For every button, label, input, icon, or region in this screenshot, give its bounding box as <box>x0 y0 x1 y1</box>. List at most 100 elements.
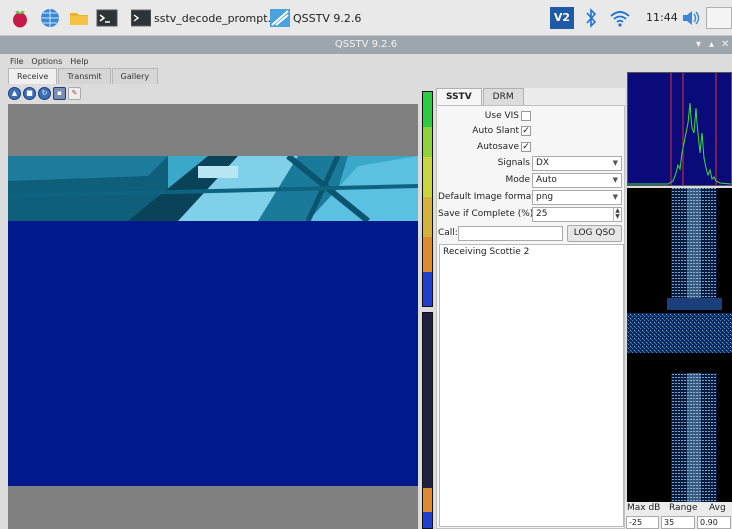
avg-spinbox[interactable]: 0.90 <box>697 516 731 529</box>
bluetooth-icon[interactable] <box>584 7 598 29</box>
image-format-row: Default Image format png ▼ <box>437 190 626 205</box>
tab-gallery[interactable]: Gallery <box>111 68 159 84</box>
spectrum-display <box>627 72 732 186</box>
desktop: sstv_decode_prompt.sh QSSTV 9.2.6 V2 11:… <box>0 0 732 529</box>
signals-select[interactable]: DX ▼ <box>532 156 622 171</box>
window-titlebar[interactable]: QSSTV 9.2.6 ▾ ▴ ✕ <box>0 36 732 54</box>
auto-slant-row: Auto Slant ✓ <box>437 124 626 138</box>
save-icon[interactable]: ▪ <box>53 87 66 100</box>
save-complete-row: Save if Complete (%) 25 ▲ ▼ <box>437 207 626 222</box>
image-toolbar: ▲ ■ ↻ ▪ ✎ <box>8 87 83 100</box>
call-input[interactable] <box>458 226 563 241</box>
image-format-label: Default Image format <box>438 192 535 202</box>
waterfall-graph <box>627 188 732 502</box>
auto-slant-checkbox[interactable]: ✓ <box>521 126 531 136</box>
file-manager-icon[interactable] <box>68 7 90 29</box>
chevron-down-icon: ▼ <box>612 159 618 167</box>
raspberry-menu-icon[interactable] <box>9 7 31 29</box>
call-row: Call: LOG QSO <box>437 225 626 243</box>
menu-options[interactable]: Options <box>31 57 62 66</box>
terminal-task-icon <box>131 9 151 27</box>
resync-icon[interactable]: ↻ <box>38 87 51 100</box>
signals-value: DX <box>536 158 550 168</box>
image-blue-area <box>8 221 418 486</box>
chevron-down-icon: ▼ <box>612 193 618 201</box>
spin-arrows-icon[interactable]: ▲ ▼ <box>613 208 621 221</box>
mode-row: Mode Auto ▼ <box>437 173 626 188</box>
save-complete-value: 25 <box>536 209 548 219</box>
close-icon[interactable]: ✕ <box>721 36 729 54</box>
waterfall-display <box>627 188 732 502</box>
autosave-checkbox[interactable]: ✓ <box>521 142 531 152</box>
tab-transmit[interactable]: Transmit <box>58 68 111 84</box>
cpu-monitor[interactable] <box>706 7 732 29</box>
task-terminal-label: sstv_decode_prompt.sh <box>154 11 284 25</box>
avg-value: 0.90 <box>700 518 718 527</box>
maxdb-spinbox[interactable]: -25 <box>626 516 659 529</box>
start-icon[interactable]: ▲ <box>8 87 21 100</box>
main-tabs: Receive Transmit Gallery <box>8 68 159 84</box>
call-label: Call: <box>438 228 458 238</box>
qsstv-task-icon <box>270 9 290 27</box>
range-label: Range <box>669 503 698 513</box>
sstv-settings: Use VIS Auto Slant ✓ Autosave ✓ Signals … <box>436 105 625 529</box>
panel-tabs: SSTV DRM <box>436 88 525 105</box>
autosave-label: Autosave <box>477 142 519 152</box>
status-text: Receiving Scottie 2 <box>443 247 530 257</box>
maxdb-value: -25 <box>629 518 643 527</box>
image-empty-top <box>8 104 418 156</box>
chevron-down-icon: ▼ <box>612 176 618 184</box>
range-value: 35 <box>664 518 675 527</box>
vnc-tray-icon[interactable]: V2 <box>550 7 574 29</box>
image-format-select[interactable]: png ▼ <box>532 190 622 205</box>
stop-icon[interactable]: ■ <box>23 87 36 100</box>
autosave-row: Autosave ✓ <box>437 140 626 154</box>
window-title: QSSTV 9.2.6 <box>334 39 398 50</box>
task-terminal[interactable]: sstv_decode_prompt.sh <box>131 7 284 29</box>
maximize-icon[interactable]: ▴ <box>709 36 714 54</box>
mode-value: Auto <box>536 175 557 185</box>
spectrum-graph <box>628 73 732 185</box>
received-photo-graphic <box>8 156 418 221</box>
menu-file[interactable]: File <box>10 57 23 66</box>
task-qsstv-label: QSSTV 9.2.6 <box>293 11 362 25</box>
tab-drm[interactable]: DRM <box>482 88 524 105</box>
auto-slant-label: Auto Slant <box>472 126 519 136</box>
signals-row: Signals DX ▼ <box>437 156 626 171</box>
menu-bar: File Options Help <box>0 54 732 68</box>
use-vis-label: Use VIS <box>484 111 519 121</box>
image-format-value: png <box>536 192 554 202</box>
range-spinbox[interactable]: 35 <box>661 516 695 529</box>
mode-label: Mode <box>505 175 530 185</box>
volume-meter <box>422 91 433 307</box>
save-complete-label: Save if Complete (%) <box>438 209 534 219</box>
maxdb-label: Max dB <box>627 503 661 513</box>
spectrum-controls: Max dB Range Avg -25 35 0.90 <box>625 502 732 529</box>
save-complete-spinbox[interactable]: 25 ▲ ▼ <box>532 207 622 222</box>
vnc-tray-label: V2 <box>553 11 571 24</box>
web-browser-icon[interactable] <box>39 7 61 29</box>
wifi-icon[interactable] <box>609 7 631 29</box>
sstv-panel: SSTV DRM Use VIS Auto Slant ✓ Autosave ✓… <box>436 88 625 529</box>
erase-icon[interactable]: ✎ <box>68 87 81 100</box>
tab-receive[interactable]: Receive <box>8 68 58 84</box>
sync-meter <box>422 312 433 529</box>
taskbar: sstv_decode_prompt.sh QSSTV 9.2.6 V2 11:… <box>0 0 732 36</box>
mode-select[interactable]: Auto ▼ <box>532 173 622 188</box>
menu-help[interactable]: Help <box>70 57 88 66</box>
image-display <box>8 104 418 529</box>
avg-label: Avg <box>709 503 726 513</box>
signals-label: Signals <box>497 158 530 168</box>
tab-sstv[interactable]: SSTV <box>436 88 482 105</box>
received-image <box>8 156 418 221</box>
status-log: Receiving Scottie 2 <box>439 244 624 527</box>
volume-icon[interactable] <box>680 7 702 29</box>
clock[interactable]: 11:44 <box>646 11 678 24</box>
task-qsstv[interactable]: QSSTV 9.2.6 <box>270 7 361 29</box>
log-qso-button[interactable]: LOG QSO <box>567 225 622 242</box>
image-empty-bottom <box>8 486 418 529</box>
terminal-icon[interactable] <box>96 7 118 29</box>
use-vis-row: Use VIS <box>437 109 626 123</box>
minimize-icon[interactable]: ▾ <box>696 36 701 54</box>
use-vis-checkbox[interactable] <box>521 111 531 121</box>
